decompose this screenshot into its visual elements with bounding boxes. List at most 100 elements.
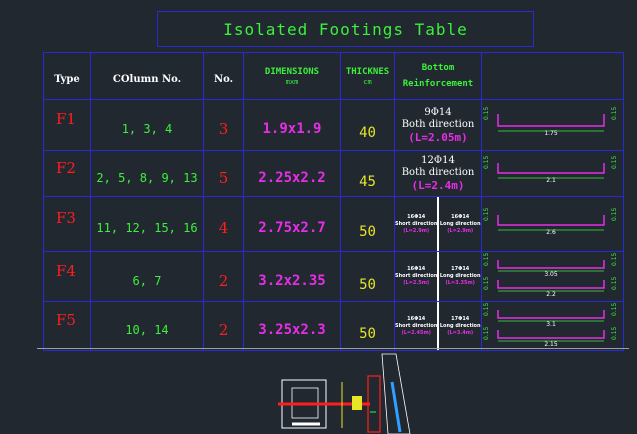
reinforcement-cell: 16Φ14 Short direction (L=2.9m) 16Φ14 Lon… (394, 196, 482, 252)
hook-left-label-2: 0.15 (483, 326, 490, 340)
long-length: (L=2.9m) (447, 227, 474, 234)
bar-length-bottom-label: 2.2 (546, 291, 556, 298)
short-length: (L=2.5m) (403, 280, 430, 286)
header-dimensions-unit: mxm (285, 77, 299, 86)
table-row: F1 1, 3, 4 3 1.9x1.9 40 9Φ14 Both direct… (43, 99, 624, 151)
long-length: (L=3.4m) (447, 329, 474, 336)
rebar-shape-top (497, 260, 605, 269)
bar-length-top-label: 3.1 (546, 321, 556, 328)
thickness-cell: 50 (340, 251, 395, 302)
bar-shape-drawing: 0.15 0.15 2.6 (483, 207, 618, 236)
footing-section-detail (278, 353, 411, 434)
rebar-shape (497, 215, 605, 226)
reinforcement-cell: 12Φ14 Both direction (L=2.4m) (394, 150, 482, 197)
rebar-shape (497, 163, 605, 174)
header-row: Type COlumn No. No. DIMENSIONS mxm THICK… (43, 52, 624, 100)
short-direction-block: 16Φ14 Short direction (L=2.5m) (395, 252, 440, 301)
reinf-bars: 9Φ14 (424, 106, 452, 118)
hook-right-label: 0.15 (611, 252, 618, 266)
bar-shape-drawing: 0.15 0.15 2.1 (483, 155, 618, 184)
type-cell: F4 (43, 251, 91, 302)
header-bottom-label: Bottom (421, 62, 455, 73)
bar-length-label: 2.6 (546, 229, 556, 236)
table-row: F4 6, 7 2 3.2x2.35 50 16Φ14 Short direct… (43, 251, 624, 302)
bar-shape-cell: 0.15 0.15 3.05 0.15 0.15 2.2 (481, 251, 624, 302)
short-bars: 16Φ14 (407, 213, 426, 220)
hook-right-label-2: 0.15 (611, 276, 618, 290)
hook-right-label: 0.15 (611, 106, 618, 120)
table-row: F3 11, 12, 15, 16 4 2.75x2.7 50 16Φ14 Sh… (43, 196, 624, 252)
hook-right-label: 0.15 (611, 155, 618, 169)
title-box: Isolated Footings Table (157, 11, 534, 47)
type-cell: F3 (43, 196, 91, 252)
bar-shape-drawing: 0.15 0.15 3.1 0.15 0.15 2.15 (483, 302, 618, 349)
long-bars: 16Φ14 (451, 213, 470, 220)
columns-cell: 10, 14 (90, 301, 204, 351)
table-title: Isolated Footings Table (223, 19, 468, 39)
long-bars: 17Φ14 (451, 266, 470, 272)
header-thickness-unit: cm (363, 77, 372, 86)
count-cell: 4 (203, 196, 244, 252)
thickness-cell: 45 (340, 150, 395, 197)
hook-right-label: 0.15 (611, 302, 618, 316)
header-thickness-label: THICKNES (345, 66, 390, 77)
rebar-shape-top (497, 310, 605, 319)
columns-cell: 1, 3, 4 (90, 99, 204, 151)
header-thickness: THICKNES cm (340, 52, 395, 100)
count-cell: 5 (203, 150, 244, 197)
wall-section (381, 353, 411, 434)
bar-length-label: 1.75 (544, 130, 558, 137)
type-cell: F2 (43, 150, 91, 197)
short-length: (L=2.45m) (401, 329, 431, 336)
reinf-bars: 12Φ14 (421, 155, 455, 166)
rebar-shape (497, 114, 605, 127)
long-length: (L=3.35m) (445, 280, 475, 286)
header-no: No. (203, 52, 244, 100)
count-cell: 3 (203, 99, 244, 151)
short-direction: Short direction (395, 273, 438, 279)
table-row: F2 2, 5, 8, 9, 13 5 2.25x2.2 45 12Φ14 Bo… (43, 150, 624, 197)
reinforcement-cell: 16Φ14 Short direction (L=2.45m) 17Φ14 Lo… (394, 301, 482, 351)
bar-shape-drawing: 0.15 0.15 1.75 (483, 106, 618, 137)
reinforcement-cell: 16Φ14 Short direction (L=2.5m) 17Φ14 Lon… (394, 251, 482, 302)
bar-length-top-label: 3.05 (544, 271, 558, 278)
short-length: (L=2.9m) (403, 227, 430, 234)
hook-left-label: 0.15 (483, 302, 490, 316)
long-direction: Long direction (439, 322, 481, 329)
hook-left-label: 0.15 (483, 106, 490, 120)
columns-cell: 11, 12, 15, 16 (90, 196, 204, 252)
short-direction-block: 16Φ14 Short direction (L=2.45m) (395, 302, 440, 350)
sheet-divider-line (37, 348, 629, 349)
hook-left-label-2: 0.15 (483, 276, 490, 290)
reinf-direction: Both direction (401, 167, 475, 178)
columns-cell: 6, 7 (90, 251, 204, 302)
header-dimensions-label: DIMENSIONS (264, 66, 320, 77)
header-bar-shape (481, 52, 624, 100)
dimensions-cell: 3.2x2.35 (243, 251, 341, 302)
count-cell: 2 (203, 251, 244, 302)
hook-left-label: 0.15 (483, 155, 490, 169)
columns-cell: 2, 5, 8, 9, 13 (90, 150, 204, 197)
bar-shape-cell: 0.15 0.15 3.1 0.15 0.15 2.15 (481, 301, 624, 351)
hook-left-label: 0.15 (483, 207, 490, 221)
short-direction: Short direction (395, 322, 438, 329)
hook-left-label: 0.15 (483, 252, 490, 266)
type-cell: F5 (43, 301, 91, 351)
bar-shape-cell: 0.15 0.15 2.1 (481, 150, 624, 197)
long-direction: Long direction (439, 273, 481, 279)
reinf-length: (L=2.05m) (408, 130, 468, 144)
hook-right-label: 0.15 (611, 207, 618, 221)
hook-right-label-2: 0.15 (611, 326, 618, 340)
header-reinforcement-label: Reinforcement (402, 78, 474, 89)
reinf-length: (L=2.4m) (411, 179, 465, 192)
bar-length-bottom-label: 2.15 (544, 341, 558, 348)
count-cell: 2 (203, 301, 244, 351)
type-cell: F1 (43, 99, 91, 151)
dimensions-cell: 3.25x2.3 (243, 301, 341, 351)
dimensions-cell: 1.9x1.9 (243, 99, 341, 151)
bar-shape-cell: 0.15 0.15 2.6 (481, 196, 624, 252)
waterproofing-layer (390, 381, 402, 433)
bar-shape-cell: 0.15 0.15 1.75 (481, 99, 624, 151)
rebar-shape-bottom (497, 330, 605, 339)
header-type: Type (43, 52, 91, 100)
